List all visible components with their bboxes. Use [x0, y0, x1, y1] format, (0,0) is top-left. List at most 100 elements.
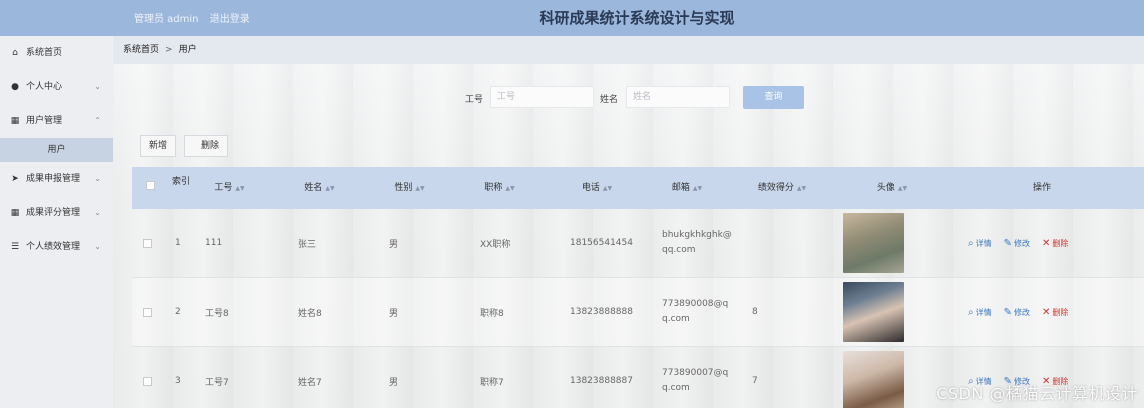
cell-title: 职称8 — [480, 308, 504, 319]
chevron-down-icon: ⌄ — [94, 242, 101, 251]
app-title: 科研成果统计系统设计与实现 — [539, 9, 735, 27]
cell-name: 姓名8 — [298, 308, 322, 319]
sidebar-item-user-management[interactable]: ▦ 用户管理 ⌃ — [0, 104, 113, 138]
name-label: 姓名 — [600, 95, 619, 105]
sidebar-item-label: 个人中心 — [26, 82, 63, 92]
header-job-no[interactable]: 工号 ▲▼ — [202, 167, 257, 209]
breadcrumb-home[interactable]: 系统首页 — [123, 45, 159, 55]
cell-title: XX职称 — [480, 239, 511, 250]
cell-job-no: 工号8 — [205, 308, 229, 319]
sidebar-item-label: 成果申报管理 — [26, 174, 81, 184]
header-name[interactable]: 姓名 ▲▼ — [292, 167, 347, 209]
home-icon: ⌂ — [12, 48, 18, 58]
sidebar-item-label: 用户管理 — [26, 116, 63, 126]
sort-icon: ▲▼ — [325, 185, 335, 192]
chevron-up-icon: ⌃ — [94, 116, 101, 125]
cell-job-no: 工号7 — [205, 377, 229, 388]
cell-email: 773890008@q q.com — [662, 299, 729, 324]
cell-phone: 13823888888 — [570, 307, 633, 317]
select-all-checkbox[interactable] — [143, 167, 157, 209]
header-title[interactable]: 职称 ▲▼ — [472, 167, 527, 209]
table-row: 2 工号8 姓名8 男 职称8 13823888888 773890008@q q… — [132, 278, 1144, 347]
cell-email: bhukgkhkghk@ qq.com — [662, 230, 732, 255]
row-checkbox[interactable] — [143, 347, 152, 408]
detail-button[interactable]: ⌕ 详情 — [968, 238, 992, 249]
cell-avatar — [843, 278, 904, 346]
chevron-down-icon: ⌄ — [94, 82, 101, 91]
breadcrumb-current: 用户 — [178, 45, 197, 55]
sidebar-item-label: 系统首页 — [26, 48, 63, 58]
row-checkbox[interactable] — [143, 209, 152, 277]
search-icon: ⌕ — [968, 306, 974, 318]
add-button[interactable]: 新增 — [140, 135, 177, 157]
edit-button[interactable]: ✎ 修改 — [1004, 307, 1030, 318]
header-score[interactable]: 绩效得分 ▲▼ — [742, 167, 822, 209]
cell-gender: 男 — [389, 377, 399, 388]
list-icon: ☰ — [10, 242, 20, 252]
sidebar: ⌂ 系统首页 ● 个人中心 ⌄ ▦ 用户管理 ⌃ 用户 ➤ 成果申报管理 ⌄ ▦ 成果评分… — [0, 36, 113, 408]
chevron-down-icon: ⌄ — [94, 174, 101, 183]
close-icon: ✕ — [1042, 306, 1051, 318]
detail-button[interactable]: ⌕ 详情 — [968, 307, 992, 318]
table-header: 索引 工号 ▲▼ 姓名 ▲▼ 性别 ▲▼ 职称 ▲▼ 电话 ▲▼ 邮箱 ▲▼ 绩效得分 ▲▼ … — [132, 167, 1144, 209]
cell-phone: 18156541454 — [570, 238, 633, 248]
edit-icon: ✎ — [1003, 237, 1012, 249]
header-gender[interactable]: 性别 ▲▼ — [382, 167, 437, 209]
grid-icon: ▦ — [10, 208, 20, 218]
name-input[interactable] — [626, 86, 730, 108]
avatar[interactable] — [843, 282, 904, 342]
top-header: 管理员 admin 退出登录 科研成果统计系统设计与实现 — [0, 0, 1144, 36]
person-icon: ● — [11, 82, 19, 92]
sort-icon: ▲▼ — [415, 185, 425, 192]
cell-index: 2 — [175, 307, 181, 317]
cell-score: 8 — [752, 307, 758, 317]
delete-row-button[interactable]: ✕ 删除 — [1042, 238, 1068, 249]
row-checkbox[interactable] — [143, 278, 152, 346]
sidebar-item-achievement-declaration[interactable]: ➤ 成果申报管理 ⌄ — [0, 162, 113, 196]
sort-icon: ▲▼ — [602, 185, 613, 192]
header-phone[interactable]: 电话 ▲▼ — [562, 167, 632, 209]
cell-phone: 13823888887 — [570, 376, 633, 386]
header-email[interactable]: 邮箱 ▲▼ — [652, 167, 722, 209]
sidebar-item-performance[interactable]: ☰ 个人绩效管理 ⌄ — [0, 230, 113, 264]
avatar[interactable] — [843, 213, 904, 273]
user-table: 索引 工号 ▲▼ 姓名 ▲▼ 性别 ▲▼ 职称 ▲▼ 电话 ▲▼ 邮箱 ▲▼ 绩效得分 ▲▼ … — [132, 167, 1144, 408]
grid-icon: ▦ — [10, 116, 20, 126]
sidebar-item-home[interactable]: ⌂ 系统首页 — [0, 36, 113, 70]
sort-icon: ▲▼ — [796, 185, 807, 192]
cell-gender: 男 — [389, 308, 399, 319]
search-form: 工号 姓名 查询 — [113, 86, 1144, 110]
sort-icon: ▲▼ — [235, 185, 245, 192]
sidebar-item-label: 成果评分管理 — [26, 208, 81, 218]
cell-ops: ⌕ 详情 ✎ 修改 ✕ 删除 — [968, 278, 1068, 346]
cell-avatar — [843, 209, 904, 277]
edit-icon: ✎ — [1003, 306, 1012, 318]
table-row: 1 111 张三 男 XX职称 18156541454 bhukgkhkghk@… — [132, 209, 1144, 278]
avatar[interactable] — [843, 351, 904, 408]
cell-gender: 男 — [389, 239, 399, 250]
search-icon: ⌕ — [968, 237, 974, 249]
close-icon: ✕ — [1042, 237, 1051, 249]
search-button[interactable]: 查询 — [743, 86, 804, 109]
cell-avatar — [843, 347, 904, 408]
edit-button[interactable]: ✎ 修改 — [1004, 238, 1030, 249]
sidebar-subitem-user[interactable]: 用户 — [0, 138, 113, 162]
sidebar-item-achievement-scoring[interactable]: ▦ 成果评分管理 ⌄ — [0, 196, 113, 230]
cell-score: 7 — [752, 376, 758, 386]
cell-job-no: 111 — [205, 238, 223, 248]
job-no-input[interactable] — [490, 86, 594, 108]
header-ops: 操作 — [1032, 183, 1051, 193]
cell-title: 职称7 — [480, 377, 504, 388]
sidebar-item-label: 个人绩效管理 — [26, 242, 81, 252]
cell-email: 773890007@q q.com — [662, 368, 729, 393]
header-avatar[interactable]: 头像 ▲▼ — [852, 167, 932, 209]
delete-row-button[interactable]: ✕ 删除 — [1042, 307, 1068, 318]
send-icon: ➤ — [11, 174, 19, 184]
header-index: 索引 — [172, 177, 191, 187]
sidebar-item-personal-center[interactable]: ● 个人中心 ⌄ — [0, 70, 113, 104]
delete-button[interactable]: 删除 — [184, 135, 229, 157]
cell-name: 姓名7 — [298, 377, 322, 388]
sort-icon: ▲▼ — [692, 185, 703, 192]
cell-name: 张三 — [298, 239, 317, 250]
job-no-label: 工号 — [465, 95, 484, 105]
